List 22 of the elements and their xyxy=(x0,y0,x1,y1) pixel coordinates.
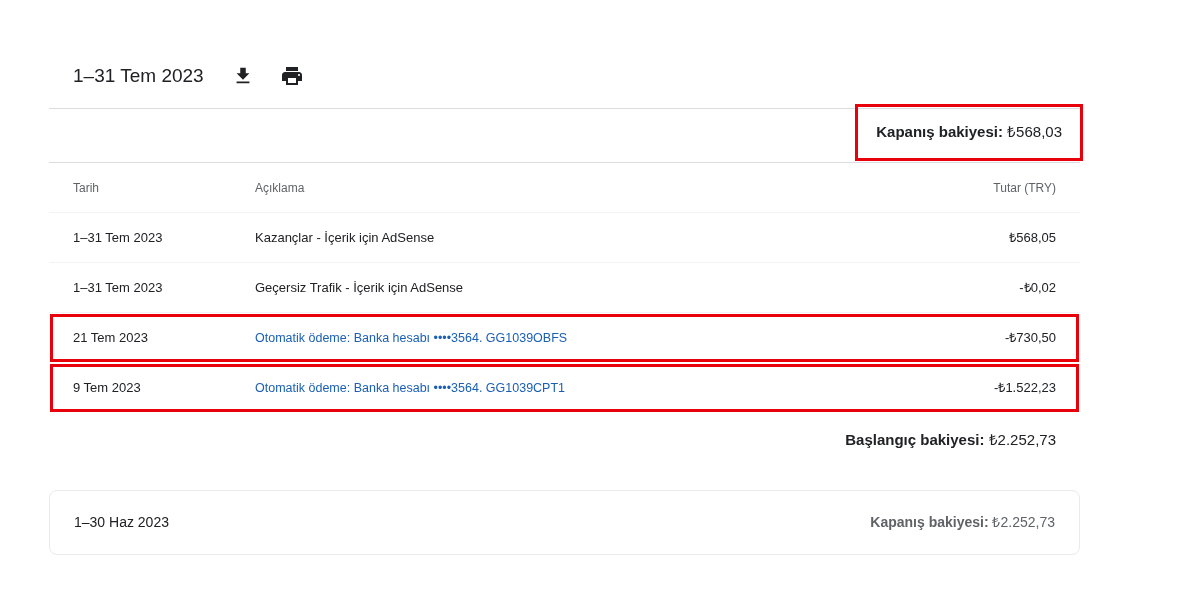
closing-balance: Kapanış bakiyesi: ₺568,03 xyxy=(858,107,1080,158)
date-cell-text: 1–31 Tem 2023 xyxy=(72,278,164,297)
date-cell-text: 21 Tem 2023 xyxy=(72,329,149,348)
column-header: Tarih xyxy=(72,179,100,197)
amount-cell-text: -₺0,02 xyxy=(1019,278,1057,297)
previous-statement-card[interactable]: 1–30 Haz 2023 Kapanış bakiyesi: ₺2.252,73 xyxy=(49,490,1080,555)
payment-link[interactable]: Otomatik ödeme: Banka hesabı ••••3564. GG1039CPT1 xyxy=(255,381,566,396)
print-icon[interactable] xyxy=(279,64,304,88)
date-cell-text: 9 Tem 2023 xyxy=(72,379,142,398)
description-cell: Geçersiz Trafik - İçerik için AdSense xyxy=(255,279,464,295)
description-cell: Kazançlar - İçerik için AdSense xyxy=(255,229,435,245)
previous-closing-balance: Kapanış bakiyesi: ₺2.252,73 xyxy=(870,513,1055,532)
period-title: 1–31 Tem 2023 xyxy=(73,63,204,88)
column-header: Tutar (TRY) xyxy=(993,179,1057,197)
amount-cell-text: -₺730,50 xyxy=(1004,329,1057,348)
date-cell-text: 1–31 Tem 2023 xyxy=(72,228,164,247)
amount-cell-text: ₺568,05 xyxy=(1009,228,1057,247)
amount-cell-text: -₺1.522,23 xyxy=(994,379,1057,398)
previous-period: 1–30 Haz 2023 xyxy=(74,513,169,532)
payment-link[interactable]: Otomatik ödeme: Banka hesabı ••••3564. GG1039OBFS xyxy=(255,331,568,346)
opening-balance: Başlangıç bakiyesi: ₺2.252,73 xyxy=(845,430,1056,451)
column-header: Açıklama xyxy=(255,179,306,197)
